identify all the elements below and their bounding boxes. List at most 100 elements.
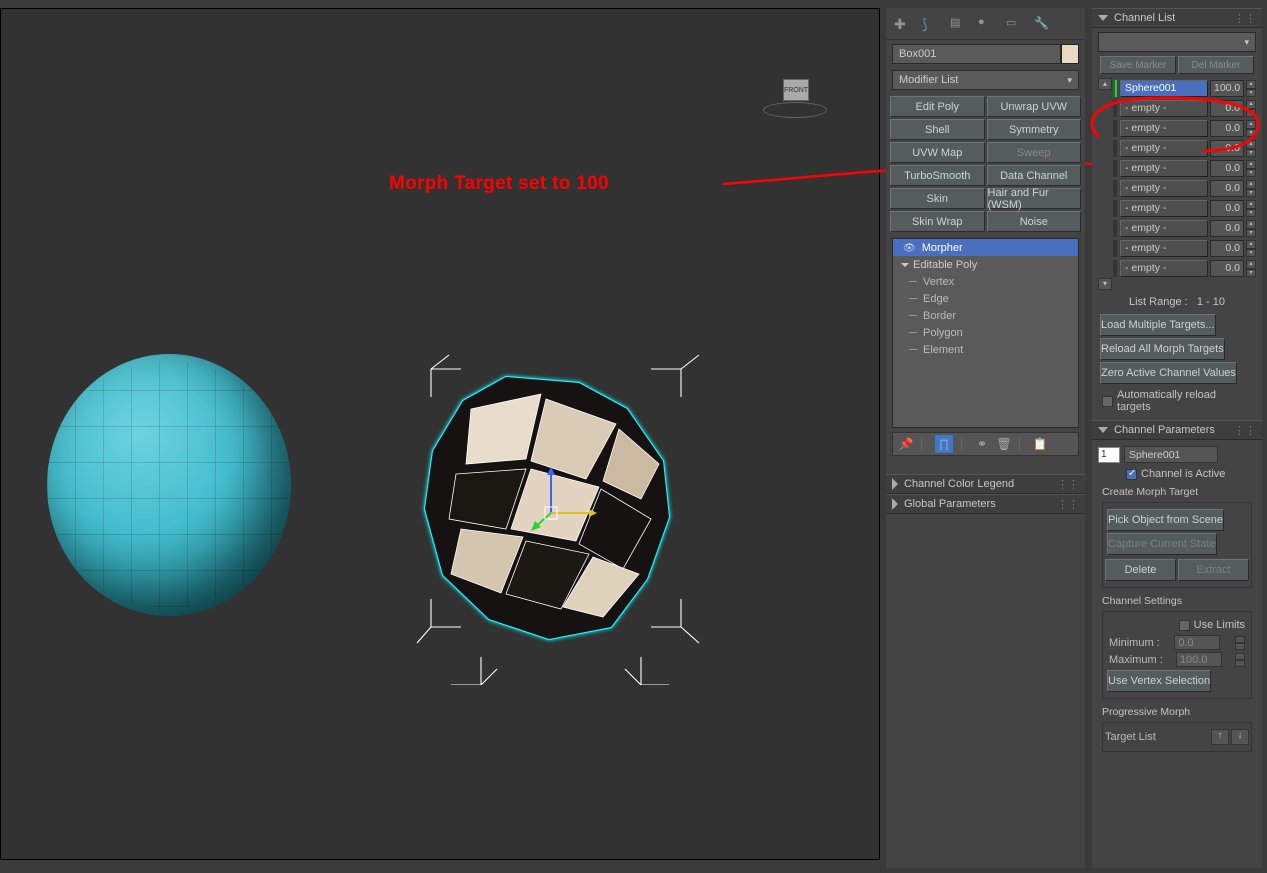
channel-name[interactable]: - empty -	[1120, 120, 1208, 137]
channel-spinner[interactable]: ▴▾	[1246, 160, 1256, 177]
modifier-button-unwrap-uvw[interactable]: Unwrap UVW	[987, 96, 1082, 117]
modifier-button-edit-poly[interactable]: Edit Poly	[890, 96, 985, 117]
load-multiple-targets-button[interactable]: Load Multiple Targets...	[1100, 314, 1216, 336]
channel-row-1[interactable]: - empty -0.0▴▾	[1113, 99, 1256, 118]
viewcube[interactable]: FRONT	[755, 64, 835, 124]
channel-value[interactable]: 0.0	[1210, 180, 1244, 197]
modifier-button-skin[interactable]: Skin	[890, 188, 985, 209]
modifier-stack[interactable]: Morpher Editable Poly VertexEdgeBorderPo…	[892, 238, 1079, 428]
object-name-field[interactable]	[892, 44, 1061, 64]
save-marker-button[interactable]: Save Marker	[1100, 56, 1176, 74]
channel-value[interactable]: 0.0	[1210, 160, 1244, 177]
channel-value[interactable]: 0.0	[1210, 240, 1244, 257]
utilities-tab-icon[interactable]	[1034, 16, 1050, 32]
modifier-button-uvw-map[interactable]: UVW Map	[890, 142, 985, 163]
channel-name[interactable]: - empty -	[1120, 180, 1208, 197]
channel-row-6[interactable]: - empty -0.0▴▾	[1113, 199, 1256, 218]
channel-name[interactable]: - empty -	[1120, 160, 1208, 177]
channel-spinner[interactable]: ▴▾	[1246, 200, 1256, 217]
stack-sub-vertex[interactable]: Vertex	[893, 273, 1078, 290]
channel-value[interactable]: 0.0	[1210, 120, 1244, 137]
channel-name[interactable]: - empty -	[1120, 100, 1208, 117]
channel-spinner[interactable]: ▴▾	[1246, 260, 1256, 277]
modifier-button-symmetry[interactable]: Symmetry	[987, 119, 1082, 140]
stack-sub-border[interactable]: Border	[893, 307, 1078, 324]
stack-sub-edge[interactable]: Edge	[893, 290, 1078, 307]
channel-value[interactable]: 0.0	[1210, 140, 1244, 157]
del-marker-button[interactable]: Del Marker	[1178, 56, 1254, 74]
channel-name[interactable]: - empty -	[1120, 200, 1208, 217]
channel-row-7[interactable]: - empty -0.0▴▾	[1113, 219, 1256, 238]
display-tab-icon[interactable]	[1006, 16, 1022, 32]
zero-active-channel-button[interactable]: Zero Active Channel Values	[1100, 362, 1237, 384]
channel-name[interactable]: - empty -	[1120, 220, 1208, 237]
viewcube-face[interactable]: FRONT	[783, 79, 809, 101]
visibility-icon[interactable]	[903, 242, 916, 254]
stack-sub-polygon[interactable]: Polygon	[893, 324, 1078, 341]
marker-dropdown[interactable]	[1098, 32, 1256, 52]
target-list-down-button[interactable]: ↓	[1231, 729, 1249, 745]
channel-index-input[interactable]	[1098, 447, 1120, 463]
channel-row-4[interactable]: - empty -0.0▴▾	[1113, 159, 1256, 178]
channel-name-display[interactable]	[1124, 446, 1218, 463]
channel-name[interactable]: - empty -	[1120, 260, 1208, 277]
stack-item-editable-poly[interactable]: Editable Poly	[893, 256, 1078, 273]
channel-name[interactable]: - empty -	[1120, 240, 1208, 257]
viewport-3d[interactable]: FRONT Morph Target set to 100	[0, 8, 880, 860]
create-tab-icon[interactable]	[894, 16, 910, 32]
channel-spinner[interactable]: ▴▾	[1246, 100, 1256, 117]
delete-button[interactable]: Delete	[1105, 559, 1176, 581]
minimum-spinner[interactable]	[1235, 636, 1245, 650]
channel-spinner[interactable]: ▴▾	[1246, 140, 1256, 157]
reload-all-targets-button[interactable]: Reload All Morph Targets	[1100, 338, 1225, 360]
maximum-spinner[interactable]	[1235, 653, 1245, 667]
channel-name[interactable]: - empty -	[1120, 140, 1208, 157]
modifier-button-skin-wrap[interactable]: Skin Wrap	[890, 211, 985, 232]
channel-name[interactable]: Sphere001	[1120, 80, 1208, 97]
modifier-button-turbosmooth[interactable]: TurboSmooth	[890, 165, 985, 186]
transform-gizmo[interactable]	[531, 465, 601, 535]
rollout-channel-color-legend[interactable]: Channel Color Legend⋮⋮	[886, 474, 1085, 494]
stack-item-morpher[interactable]: Morpher	[893, 239, 1078, 256]
channel-row-2[interactable]: - empty -0.0▴▾	[1113, 119, 1256, 138]
rollout-channel-parameters[interactable]: Channel Parameters⋮⋮	[1092, 420, 1262, 440]
modifier-button-sweep[interactable]: Sweep	[987, 142, 1082, 163]
rollout-channel-list[interactable]: Channel List⋮⋮	[1092, 8, 1262, 28]
channel-spinner[interactable]: ▴▾	[1246, 180, 1256, 197]
modifier-button-noise[interactable]: Noise	[987, 211, 1082, 232]
channel-row-9[interactable]: - empty -0.0▴▾	[1113, 259, 1256, 278]
extract-button[interactable]: Extract	[1178, 559, 1249, 581]
modify-tab-icon[interactable]	[922, 16, 938, 32]
sphere-object[interactable]	[47, 354, 291, 616]
channel-value[interactable]: 0.0	[1210, 220, 1244, 237]
motion-tab-icon[interactable]	[978, 16, 994, 32]
channel-value[interactable]: 100.0	[1210, 80, 1244, 97]
channel-scroll-down[interactable]: ▾	[1098, 278, 1112, 290]
capture-state-button[interactable]: Capture Current State	[1107, 533, 1217, 555]
stack-sub-element[interactable]: Element	[893, 341, 1078, 358]
modifier-button-data-channel[interactable]: Data Channel	[987, 165, 1082, 186]
channel-value[interactable]: 0.0	[1210, 100, 1244, 117]
show-end-result-icon[interactable]: ∏	[935, 435, 953, 453]
object-color-swatch[interactable]	[1061, 44, 1079, 64]
make-unique-icon[interactable]: ⚭	[975, 437, 989, 451]
channel-spinner[interactable]: ▴▾	[1246, 240, 1256, 257]
pin-icon[interactable]: 📌	[899, 437, 913, 451]
use-limits-checkbox[interactable]	[1179, 620, 1190, 631]
expand-icon[interactable]	[901, 263, 909, 267]
use-vertex-selection-button[interactable]: Use Vertex Selection	[1107, 670, 1211, 692]
remove-modifier-icon[interactable]: 🗑	[997, 437, 1011, 451]
channel-spinner[interactable]: ▴▾	[1246, 220, 1256, 237]
channel-spinner[interactable]: ▴▾	[1246, 80, 1256, 97]
channel-row-8[interactable]: - empty -0.0▴▾	[1113, 239, 1256, 258]
pick-object-button[interactable]: Pick Object from Scene	[1107, 509, 1224, 531]
channel-scroll-up[interactable]: ▴	[1098, 78, 1112, 90]
channel-row-5[interactable]: - empty -0.0▴▾	[1113, 179, 1256, 198]
channel-value[interactable]: 0.0	[1210, 260, 1244, 277]
maximum-input[interactable]	[1176, 652, 1222, 667]
channel-row-3[interactable]: - empty -0.0▴▾	[1113, 139, 1256, 158]
channel-spinner[interactable]: ▴▾	[1246, 120, 1256, 137]
channel-row-0[interactable]: Sphere001100.0▴▾	[1113, 79, 1256, 98]
target-list-up-button[interactable]: ↑	[1211, 729, 1229, 745]
modifier-list-dropdown[interactable]: Modifier List	[892, 70, 1079, 90]
